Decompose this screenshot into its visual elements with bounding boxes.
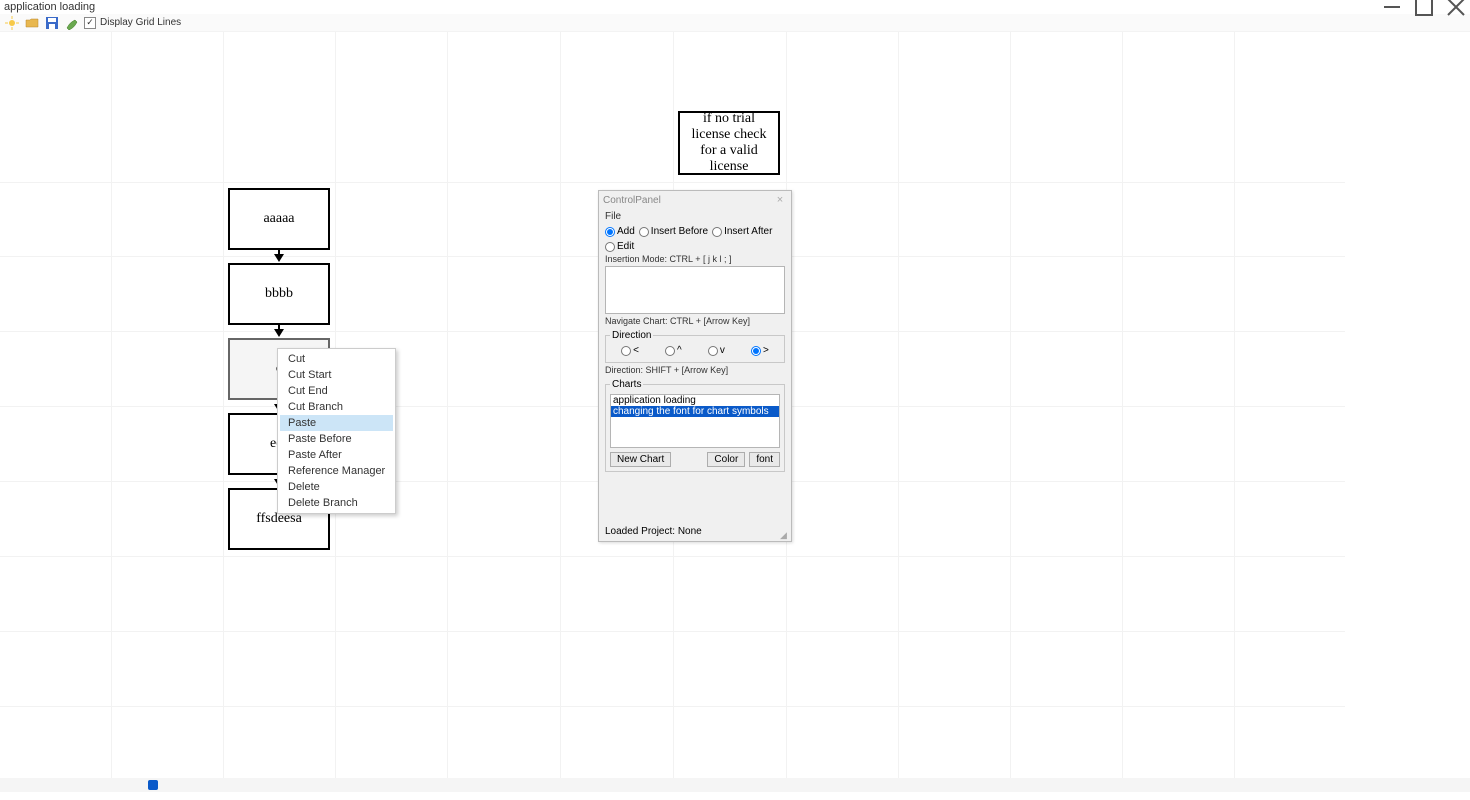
mode-insert-before[interactable]: Insert Before xyxy=(639,226,708,237)
ctx-paste[interactable]: Paste xyxy=(280,415,393,431)
sun-icon xyxy=(5,16,19,30)
ctx-cut-start[interactable]: Cut Start xyxy=(280,367,393,383)
dir-down[interactable]: v xyxy=(708,345,725,356)
charts-legend: Charts xyxy=(610,379,643,390)
new-file-button[interactable] xyxy=(4,15,20,31)
ctx-delete-branch[interactable]: Delete Branch xyxy=(280,495,393,511)
window-titlebar: application loading xyxy=(0,0,1470,14)
grid-line xyxy=(0,706,1345,707)
loaded-project-status: Loaded Project: None xyxy=(605,524,785,539)
grid-line xyxy=(0,631,1345,632)
control-panel-title: ControlPanel xyxy=(603,195,661,206)
open-file-button[interactable] xyxy=(24,15,40,31)
save-file-button[interactable] xyxy=(44,15,60,31)
window-title: application loading xyxy=(4,1,95,13)
control-panel-body: File Add Insert Before Insert After Edit… xyxy=(599,209,791,541)
window-controls xyxy=(1382,1,1466,13)
horizontal-scrollbar[interactable] xyxy=(0,778,1470,792)
mode-insert-after[interactable]: Insert After xyxy=(712,226,772,237)
mode-add[interactable]: Add xyxy=(605,226,635,237)
flow-node-license[interactable]: if no trial license check for a valid li… xyxy=(678,111,780,175)
dir-right[interactable]: > xyxy=(751,345,769,356)
new-chart-button[interactable]: New Chart xyxy=(610,452,671,467)
node-text: bbbb xyxy=(265,286,293,302)
save-icon xyxy=(45,16,59,30)
resize-grip-icon[interactable]: ◢ xyxy=(780,530,790,540)
direction-fieldset: Direction < ^ v > xyxy=(605,330,785,363)
minimize-icon xyxy=(1382,0,1402,17)
node-text: aaaaa xyxy=(263,211,294,227)
close-icon: × xyxy=(777,194,783,206)
picker-button[interactable] xyxy=(64,15,80,31)
flow-node-a[interactable]: aaaaa xyxy=(228,188,330,250)
charts-fieldset: Charts application loading changing the … xyxy=(605,379,785,472)
ctx-paste-before[interactable]: Paste Before xyxy=(280,431,393,447)
dir-up[interactable]: ^ xyxy=(665,345,682,356)
charts-listbox[interactable]: application loading changing the font fo… xyxy=(610,394,780,448)
chart-list-item[interactable]: changing the font for chart symbols xyxy=(611,406,779,417)
checkbox-icon: ✓ xyxy=(84,17,96,29)
control-panel-window: ControlPanel × File Add Insert Before In… xyxy=(598,190,792,542)
flow-node-b[interactable]: bbbb xyxy=(228,263,330,325)
minimize-button[interactable] xyxy=(1382,1,1402,13)
font-button[interactable]: font xyxy=(749,452,780,467)
navigate-hint: Navigate Chart: CTRL + [Arrow Key] xyxy=(605,316,785,326)
ctx-cut-branch[interactable]: Cut Branch xyxy=(280,399,393,415)
direction-hint: Direction: SHIFT + [Arrow Key] xyxy=(605,365,785,375)
ctx-reference-manager[interactable]: Reference Manager xyxy=(280,463,393,479)
ctx-cut-end[interactable]: Cut End xyxy=(280,383,393,399)
display-grid-toggle[interactable]: ✓ Display Grid Lines xyxy=(84,17,181,29)
control-panel-titlebar[interactable]: ControlPanel × xyxy=(599,191,791,209)
color-button[interactable]: Color xyxy=(707,452,745,467)
close-icon xyxy=(1446,0,1466,17)
maximize-icon xyxy=(1414,0,1434,17)
grid-line xyxy=(0,556,1345,557)
node-text-input[interactable] xyxy=(605,266,785,314)
control-panel-close-button[interactable]: × xyxy=(773,193,787,207)
mode-edit[interactable]: Edit xyxy=(605,241,634,252)
chart-list-item[interactable]: application loading xyxy=(611,395,779,406)
grid-line xyxy=(0,182,1345,183)
scrollbar-thumb[interactable] xyxy=(148,780,158,790)
context-menu: Cut Cut Start Cut End Cut Branch Paste P… xyxy=(277,348,396,514)
ctx-cut[interactable]: Cut xyxy=(280,351,393,367)
file-menu[interactable]: File xyxy=(605,211,785,224)
brush-icon xyxy=(65,16,79,30)
mode-radio-group: Add Insert Before Insert After Edit xyxy=(605,226,785,252)
arrow-down-icon xyxy=(274,254,284,262)
maximize-button[interactable] xyxy=(1414,1,1434,13)
display-grid-label: Display Grid Lines xyxy=(100,17,181,28)
insertion-hint: Insertion Mode: CTRL + [ j k l ; ] xyxy=(605,254,785,264)
ctx-paste-after[interactable]: Paste After xyxy=(280,447,393,463)
main-toolbar: ✓ Display Grid Lines xyxy=(0,14,1470,32)
ctx-delete[interactable]: Delete xyxy=(280,479,393,495)
dir-left[interactable]: < xyxy=(621,345,639,356)
node-text: if no trial license check for a valid li… xyxy=(684,111,774,175)
folder-open-icon xyxy=(25,16,39,30)
close-button[interactable] xyxy=(1446,1,1466,13)
direction-legend: Direction xyxy=(610,330,653,341)
arrow-down-icon xyxy=(274,329,284,337)
